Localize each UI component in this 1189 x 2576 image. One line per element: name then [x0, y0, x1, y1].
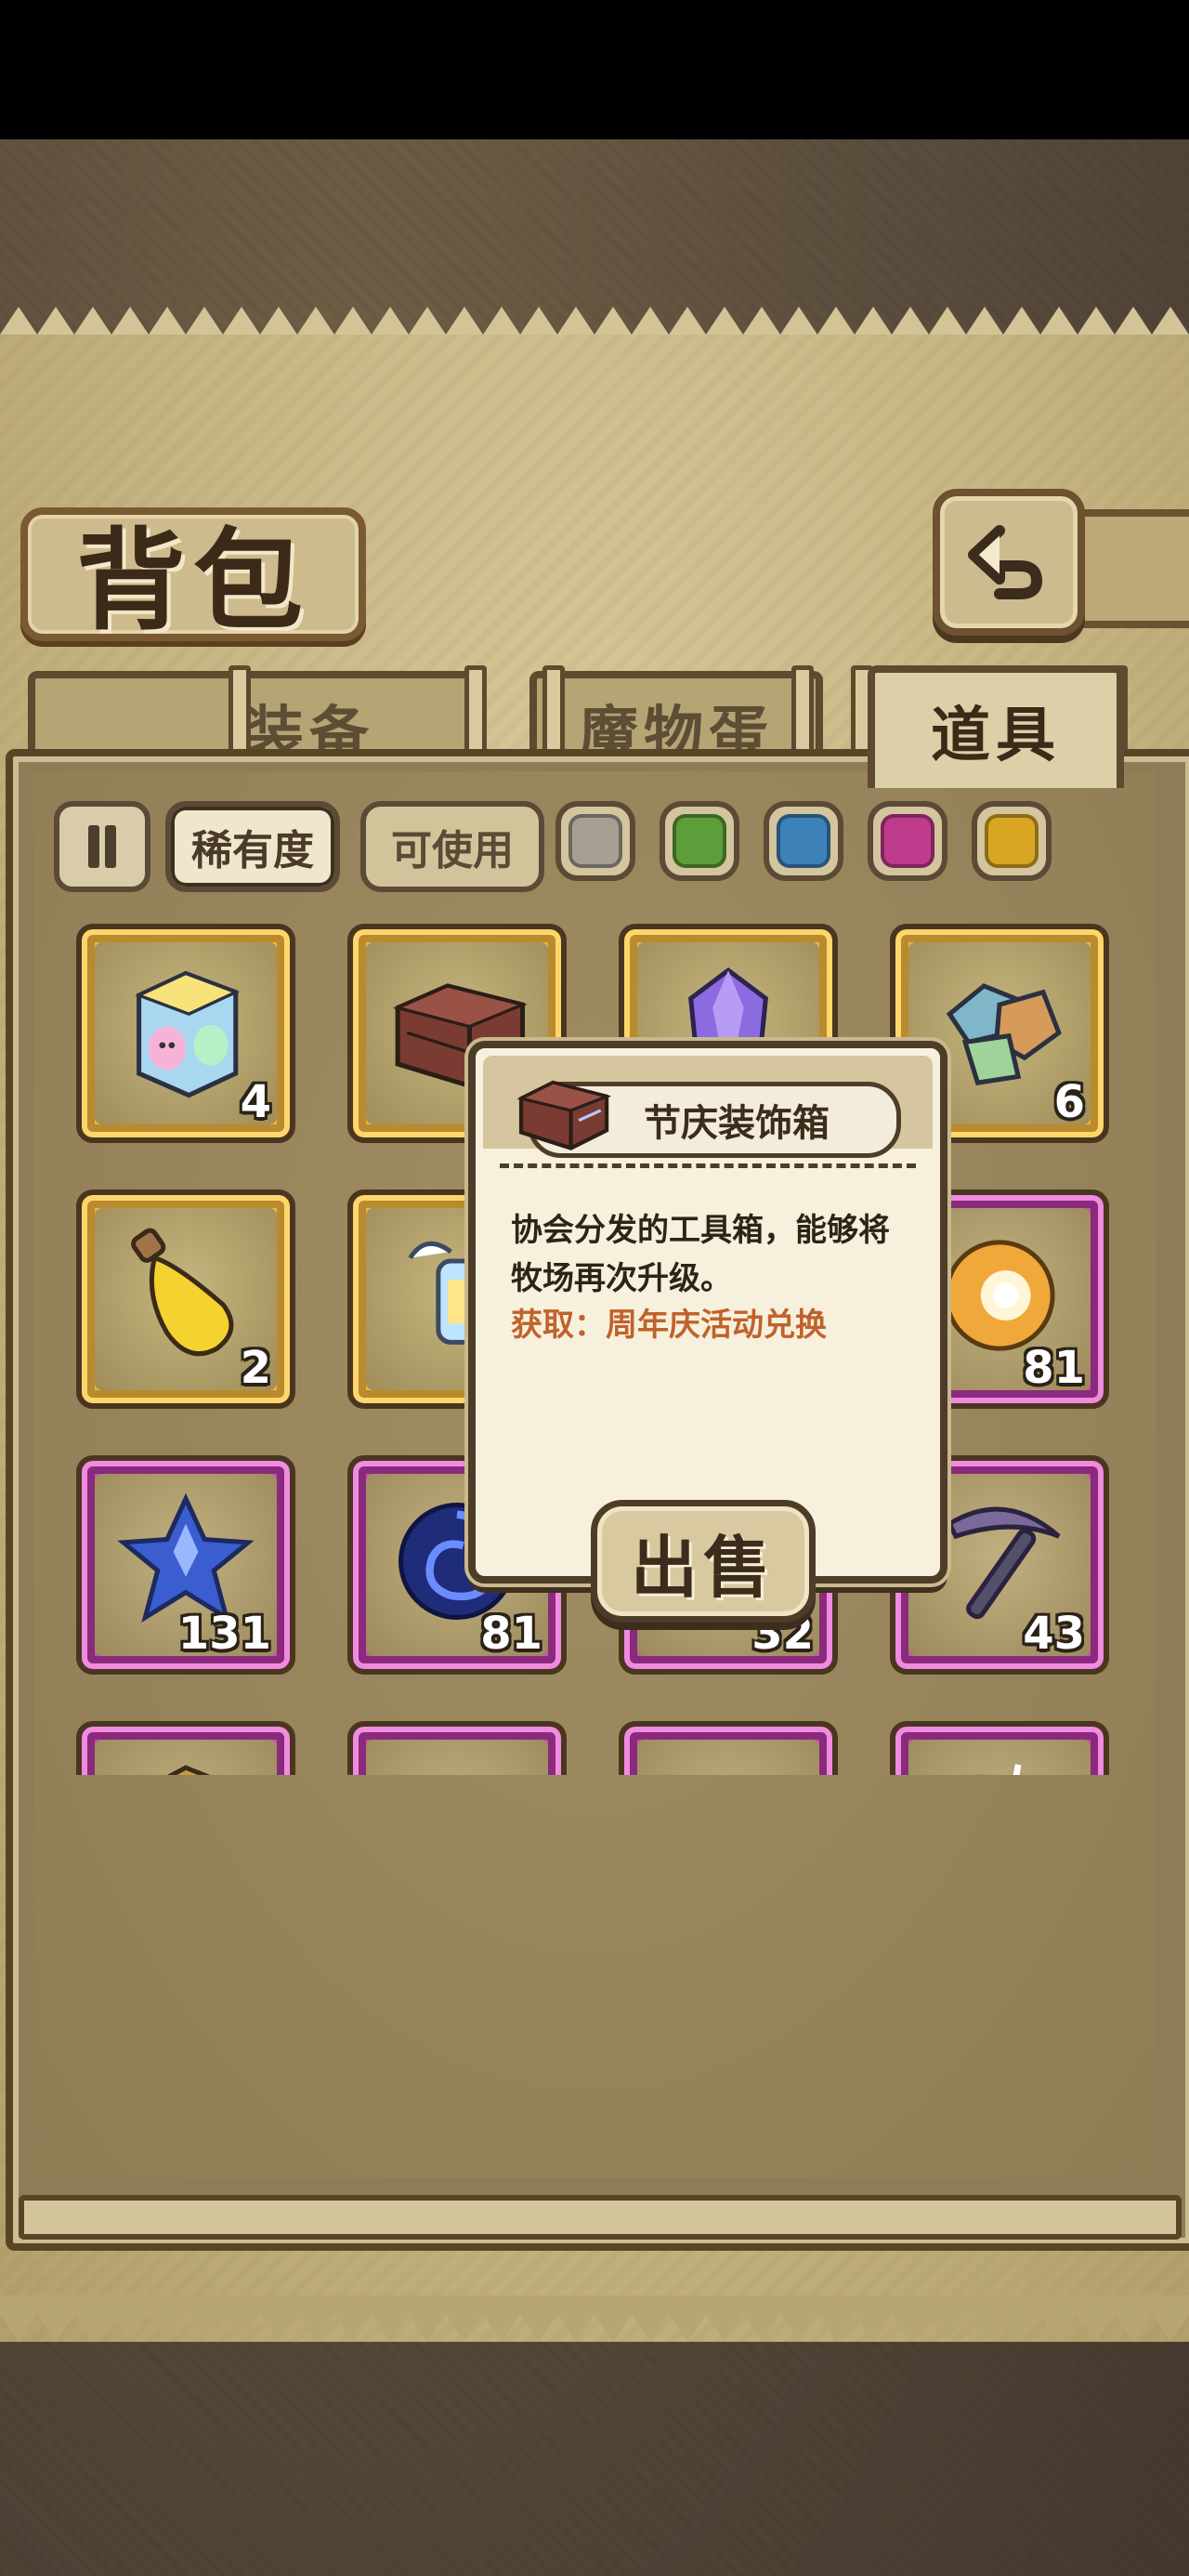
tab-items-label: 道具	[931, 702, 1061, 770]
item-count: 6	[1053, 1076, 1085, 1128]
tab-items[interactable]: 道具	[868, 665, 1124, 788]
item-count: 81	[1023, 1342, 1085, 1394]
tooltip-description: 协会分发的工具箱，能够将牧场再次升级。	[511, 1212, 890, 1297]
item-slot[interactable]: 2	[76, 1189, 295, 1409]
festival-crate-icon	[516, 1080, 612, 1150]
panel-bottom-bar	[19, 2195, 1182, 2240]
sell-button[interactable]: 出售	[591, 1500, 816, 1623]
sell-button-label: 出售	[630, 1528, 776, 1607]
item-slot[interactable]: 131	[76, 1455, 295, 1675]
tooltip-divider	[500, 1163, 916, 1168]
parchment-edge-bottom	[0, 2295, 1189, 2342]
item-slot[interactable]: 4	[76, 924, 295, 1143]
tooltip-source: 获取：周年庆活动兑换	[511, 1307, 827, 1344]
item-count: 2	[240, 1342, 271, 1394]
item-count: 131	[177, 1608, 271, 1660]
item-count: 81	[480, 1608, 542, 1660]
item-count: 4	[240, 1076, 271, 1128]
tooltip-title: 节庆装饰箱	[644, 1102, 830, 1145]
item-count: 43	[1023, 1608, 1085, 1660]
